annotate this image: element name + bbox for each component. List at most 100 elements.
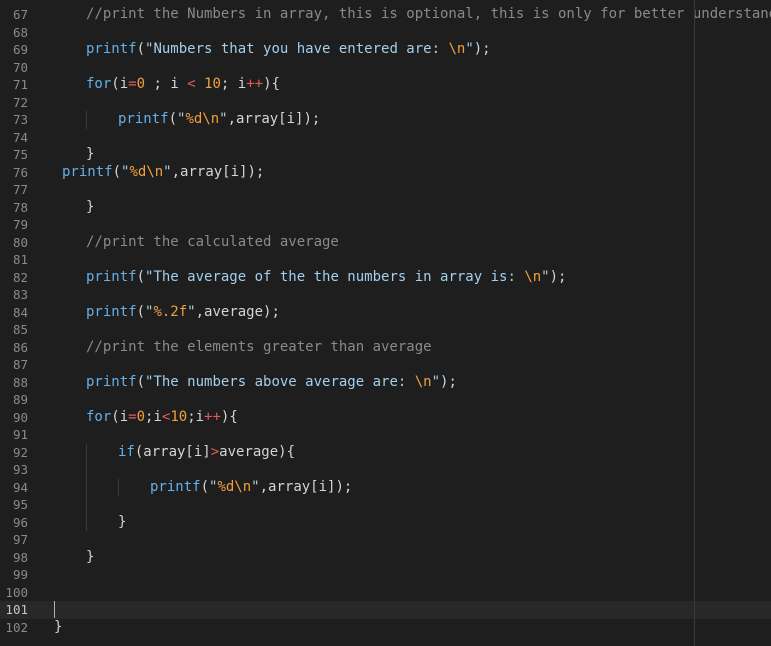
code-token-plain: ( — [168, 111, 178, 127]
code-token-operator: = — [128, 408, 137, 425]
line-number: 102 — [5, 619, 28, 635]
code-line[interactable] — [0, 181, 771, 199]
line-number: 69 — [12, 42, 28, 57]
code-token-plain: ;i — [145, 408, 162, 425]
code-token-string: " — [541, 268, 550, 285]
line-number: 73 — [12, 112, 28, 127]
code-line[interactable]: } — [0, 199, 771, 217]
code-line[interactable]: printf("%.2f",average); — [0, 304, 771, 322]
code-line[interactable] — [0, 129, 771, 147]
code-line[interactable] — [0, 251, 771, 269]
code-line[interactable]: printf("The average of the the numbers i… — [0, 269, 771, 287]
line-number: 74 — [12, 129, 28, 145]
code-line[interactable] — [0, 286, 771, 304]
code-token-string: "The numbers above average are: — [145, 373, 415, 390]
code-token-string: " — [431, 373, 441, 390]
code-line[interactable] — [0, 391, 771, 409]
code-token-string: " — [251, 478, 260, 495]
code-token-plain: ){ — [263, 76, 280, 92]
code-token-operator: > — [210, 443, 220, 460]
code-token-function: printf — [86, 268, 137, 285]
code-token-escape-and-format: %d\n — [217, 478, 252, 495]
code-token-plain: ){ — [220, 408, 238, 425]
line-number-gutter: 67 68 69 70 71 72 73 74 75 76 77 78 79 80 81 82 83 84 85 86… — [0, 0, 40, 646]
code-token-comment: //print the elements greater than averag… — [86, 338, 432, 355]
code-line[interactable]: } — [0, 146, 771, 164]
code-token-string: " — [187, 303, 196, 320]
code-line[interactable] — [0, 321, 771, 339]
code-token-plain: } — [86, 146, 95, 162]
code-line[interactable]: printf("Numbers that you have entered ar… — [0, 41, 771, 59]
code-token-function: printf — [86, 373, 137, 390]
code-token-plain: ,array[i]); — [227, 111, 321, 127]
code-line[interactable]: //print the Numbers in array, this is op… — [0, 6, 771, 24]
line-number: 94 — [12, 479, 28, 495]
code-token-plain: ( — [136, 268, 146, 285]
indent-guide — [118, 478, 119, 496]
line-number: 88 — [12, 374, 28, 390]
code-token-escape-and-format: %d\n — [185, 111, 220, 127]
code-token-function: printf — [86, 303, 137, 320]
line-number: 79 — [12, 217, 28, 232]
code-token-string: " — [219, 111, 228, 127]
code-token-function: printf — [62, 163, 113, 180]
text-cursor — [54, 601, 55, 618]
code-token-escape-and-format: 0 — [136, 76, 146, 92]
line-number: 72 — [12, 94, 28, 110]
code-line[interactable]: if(array[i]>average){ — [0, 444, 771, 462]
code-line[interactable]: printf("The numbers above average are: \… — [0, 374, 771, 392]
code-token-escape-and-format: 10 — [204, 76, 221, 92]
code-line[interactable]: for(i=0 ; i < 10; i++){ — [0, 76, 771, 94]
code-line[interactable]: printf("%d\n",array[i]); — [0, 111, 771, 129]
indent-guide — [86, 496, 87, 514]
line-number: 67 — [12, 7, 28, 22]
code-token-escape-and-format: %d\n — [129, 163, 164, 180]
code-area[interactable]: //print the Numbers in array, this is op… — [0, 0, 771, 646]
code-token-function: printf — [150, 478, 201, 495]
code-line[interactable] — [0, 496, 771, 514]
code-line[interactable]: } — [0, 619, 771, 637]
line-number: 77 — [12, 182, 28, 197]
line-number: 78 — [12, 199, 28, 215]
code-token-plain: average){ — [219, 443, 296, 460]
line-number: 70 — [12, 59, 28, 75]
code-line[interactable] — [0, 216, 771, 234]
code-line[interactable] — [0, 461, 771, 479]
code-line[interactable] — [0, 356, 771, 374]
code-line[interactable] — [0, 601, 771, 619]
code-token-comment: //print the Numbers in array, this is op… — [86, 6, 771, 22]
code-line[interactable]: for(i=0;i<10;i++){ — [0, 409, 771, 427]
line-number: 86 — [12, 339, 28, 355]
line-number: 68 — [12, 24, 28, 40]
code-line[interactable] — [0, 531, 771, 549]
code-line[interactable] — [0, 24, 771, 42]
code-token-plain: } — [86, 548, 95, 565]
code-line[interactable] — [0, 59, 771, 77]
line-number: 99 — [12, 567, 28, 582]
line-number: 96 — [12, 514, 28, 530]
code-line[interactable]: //print the calculated average — [0, 234, 771, 252]
indent-guide — [86, 111, 87, 129]
code-editor[interactable]: //print the Numbers in array, this is op… — [0, 0, 771, 646]
code-line[interactable]: printf("%d\n",array[i]); — [0, 479, 771, 497]
code-line[interactable]: //print the elements greater than averag… — [0, 339, 771, 357]
code-line[interactable] — [0, 94, 771, 112]
code-token-plain: ,average); — [195, 303, 280, 320]
code-line[interactable]: } — [0, 549, 771, 567]
code-line[interactable] — [0, 584, 771, 602]
code-token-string: "The average of the the numbers in array… — [145, 268, 525, 285]
code-line[interactable] — [0, 426, 771, 444]
code-token-string: " — [163, 163, 172, 180]
line-number: 83 — [12, 287, 28, 302]
code-line[interactable] — [0, 566, 771, 584]
indent-guide — [86, 513, 87, 531]
code-line[interactable]: printf("%d\n",array[i]); — [0, 164, 771, 182]
column-ruler — [694, 0, 695, 646]
line-number: 93 — [12, 462, 28, 477]
line-number: 95 — [12, 497, 28, 512]
code-token-plain: ( — [136, 373, 146, 390]
code-line[interactable]: } — [0, 514, 771, 532]
line-number: 81 — [12, 252, 28, 267]
code-token-comment: //print the calculated average — [86, 233, 339, 250]
